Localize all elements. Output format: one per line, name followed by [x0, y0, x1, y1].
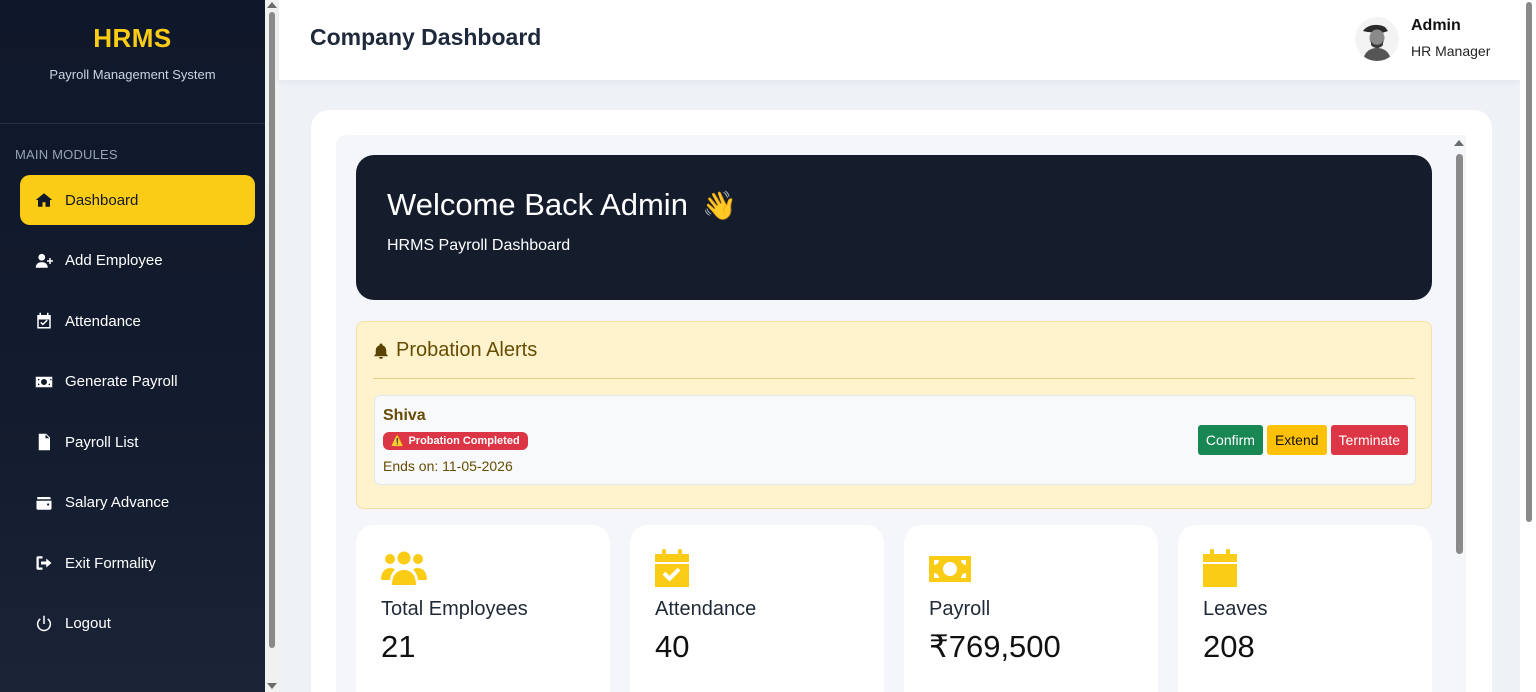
avatar[interactable]: [1355, 17, 1399, 61]
scroll-up-arrow-icon[interactable]: [267, 2, 277, 8]
sidebar-item-label: Add Employee: [65, 252, 163, 269]
section-label: MAIN MODULES: [15, 147, 118, 162]
sidebar-item-label: Generate Payroll: [65, 373, 178, 390]
main-content-card: Welcome Back Admin 👋 HRMS Payroll Dashbo…: [311, 110, 1492, 692]
scrollbar-thumb[interactable]: [269, 12, 275, 648]
scroll-up-arrow-icon[interactable]: [1454, 140, 1464, 146]
user-role: HR Manager: [1411, 43, 1491, 59]
extend-button[interactable]: Extend: [1266, 425, 1327, 455]
sidebar-item-exit-formality[interactable]: Exit Formality: [20, 538, 255, 588]
stat-value: 40: [655, 629, 690, 664]
page-title: Company Dashboard: [310, 24, 542, 50]
probation-alerts-heading: Probation Alerts: [372, 339, 537, 362]
welcome-title-row: Welcome Back Admin 👋: [387, 187, 1432, 223]
terminate-button[interactable]: Terminate: [1330, 425, 1408, 455]
brand-subtitle: Payroll Management System: [49, 67, 216, 82]
sidebar-item-attendance[interactable]: Attendance: [20, 296, 255, 346]
sidebar-item-label: Dashboard: [65, 191, 139, 209]
scroll-down-arrow-icon[interactable]: [267, 683, 277, 689]
probation-alerts-title: Probation Alerts: [396, 339, 538, 361]
dashboard-panel: Welcome Back Admin 👋 HRMS Payroll Dashbo…: [336, 135, 1466, 692]
bell-icon: [374, 343, 388, 359]
money-bill-icon: [33, 373, 55, 391]
sidebar-item-logout[interactable]: Logout: [20, 599, 255, 649]
stat-card-leaves: Leaves 208: [1178, 525, 1432, 692]
stat-card-total-employees: Total Employees 21: [356, 525, 610, 692]
welcome-subtitle: HRMS Payroll Dashboard: [387, 237, 571, 254]
welcome-title: Welcome Back Admin: [387, 187, 688, 222]
stat-value: 208: [1203, 629, 1255, 664]
sidebar-item-label: Salary Advance: [65, 494, 170, 511]
stat-card-payroll: Payroll ₹769,500: [904, 525, 1158, 692]
file-invoice-icon: [33, 433, 55, 451]
sign-out-icon: [33, 554, 55, 572]
sidebar-scrollbar[interactable]: [265, 0, 279, 692]
wallet-icon: [33, 494, 55, 512]
status-badge-label: Probation Completed: [408, 435, 520, 447]
divider: [373, 378, 1415, 379]
power-icon: [33, 615, 55, 633]
probation-employee-card: Shiva ⚠️ Probation Completed Ends on: 11…: [374, 395, 1416, 485]
stats-row: Total Employees 21 Attendance 40 Payroll…: [356, 525, 1432, 692]
money-bill-icon: [929, 549, 975, 587]
sidebar-item-label: Exit Formality: [65, 554, 156, 572]
users-icon: [381, 549, 427, 587]
sidebar-nav: Dashboard Add Employee Attendance Genera…: [0, 175, 265, 649]
brand: HRMS Payroll Management System: [0, 0, 265, 124]
sidebar-item-salary-advance[interactable]: Salary Advance: [20, 478, 255, 528]
employee-name: Shiva: [383, 407, 426, 424]
sidebar-item-label: Attendance: [65, 312, 141, 330]
stat-value: 21: [381, 629, 416, 664]
sidebar-item-add-employee[interactable]: Add Employee: [20, 236, 255, 286]
welcome-banner: Welcome Back Admin 👋 HRMS Payroll Dashbo…: [356, 155, 1432, 300]
sidebar-item-payroll-list[interactable]: Payroll List: [20, 417, 255, 467]
stat-label: Attendance: [655, 598, 757, 620]
scrollbar-thumb[interactable]: [1526, 2, 1532, 522]
confirm-button[interactable]: Confirm: [1197, 425, 1263, 455]
sidebar-item-label: Payroll List: [65, 433, 139, 451]
scrollbar-thumb[interactable]: [1456, 154, 1463, 554]
stat-label: Leaves: [1203, 598, 1268, 620]
home-icon: [33, 191, 55, 209]
user-name: Admin: [1411, 17, 1461, 34]
calendar-check-icon: [33, 312, 55, 330]
stat-value: ₹769,500: [929, 629, 1061, 664]
sidebar-item-generate-payroll[interactable]: Generate Payroll: [20, 357, 255, 407]
sidebar-item-dashboard[interactable]: Dashboard: [20, 175, 255, 225]
sidebar-item-label: Logout: [65, 615, 111, 632]
warning-icon: ⚠️: [391, 435, 404, 447]
stat-label: Total Employees: [381, 598, 528, 620]
stat-card-attendance: Attendance 40: [630, 525, 884, 692]
page-scrollbar[interactable]: [1520, 0, 1536, 692]
calendar-icon: [1203, 549, 1249, 587]
status-badge: ⚠️ Probation Completed: [383, 432, 528, 450]
user-plus-icon: [33, 252, 55, 270]
calendar-check-icon: [655, 549, 701, 587]
panel-scrollbar[interactable]: [1453, 140, 1465, 660]
probation-actions: Confirm Extend Terminate: [1197, 425, 1408, 455]
waving-hand-icon: 👋: [701, 189, 737, 221]
stat-label: Payroll: [929, 598, 991, 620]
probation-end-date: Ends on: 11-05-2026: [383, 458, 513, 474]
probation-alerts-panel: Probation Alerts Shiva ⚠️ Probation Comp…: [356, 321, 1432, 509]
sidebar: HRMS Payroll Management System MAIN MODU…: [0, 0, 265, 692]
brand-title: HRMS: [93, 23, 172, 53]
top-header: Company Dashboard Admin HR Manager: [279, 0, 1520, 80]
